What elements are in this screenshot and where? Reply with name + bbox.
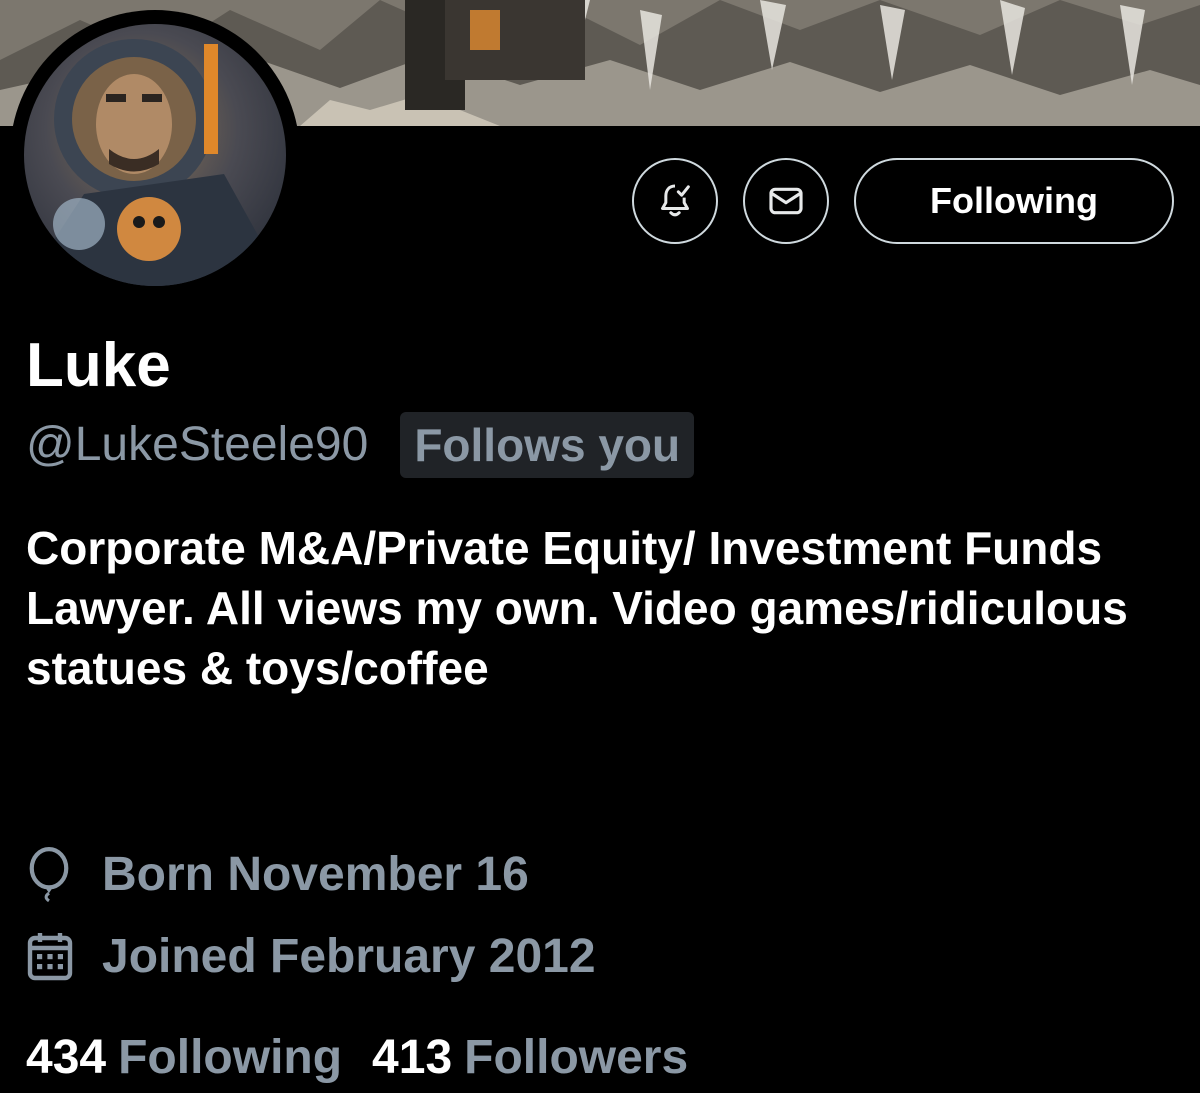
joined-text: Joined February 2012 (102, 929, 596, 983)
handle-row: @LukeSteele90 Follows you (26, 412, 695, 478)
following-count: 434 (26, 1030, 107, 1084)
profile-name: Luke (26, 331, 171, 400)
profile-bio: Corporate M&A/Private Equity/ Investment… (26, 522, 1128, 694)
envelope-icon (769, 187, 803, 215)
followers-count: 413 (372, 1030, 453, 1084)
notifications-button[interactable] (632, 158, 718, 244)
following-stat[interactable]: 434 Following (26, 1030, 342, 1085)
followers-label: Followers (464, 1030, 689, 1084)
following-label: Following (118, 1030, 343, 1084)
calendar-icon (26, 928, 88, 984)
followers-stat[interactable]: 413 Followers (372, 1030, 688, 1085)
profile-handle: @LukeSteele90 (26, 418, 369, 471)
joined-row: Joined February 2012 (26, 924, 596, 988)
bell-check-icon (661, 184, 690, 217)
birthday-row: Born November 16 (26, 842, 529, 906)
birthday-text: Born November 16 (102, 847, 529, 901)
avatar-image (24, 24, 286, 286)
follows-you-badge: Follows you (400, 412, 695, 478)
message-button[interactable] (743, 158, 829, 244)
following-button[interactable]: Following (854, 158, 1174, 244)
balloon-icon (26, 846, 88, 902)
follow-stats: 434 Following 413 Followers (26, 1024, 688, 1090)
profile-avatar[interactable] (10, 10, 300, 300)
